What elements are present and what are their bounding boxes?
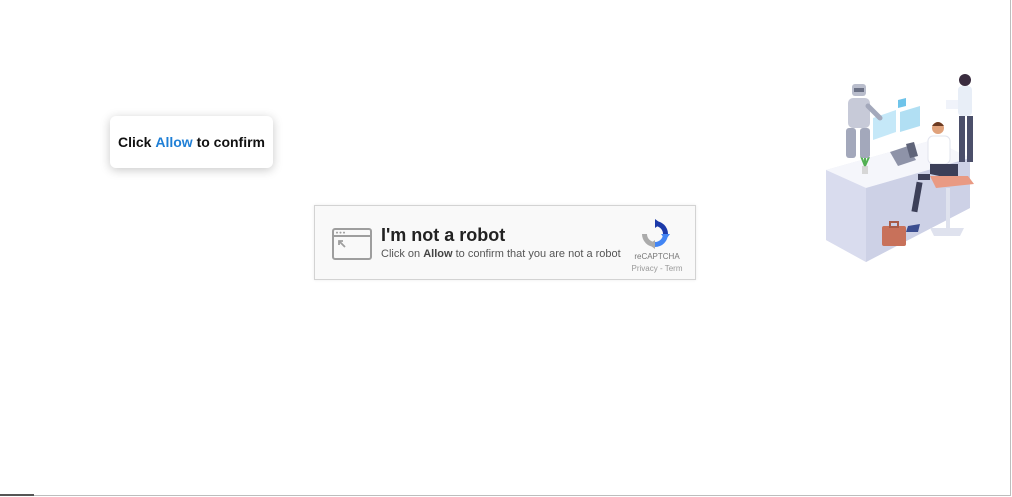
office-robot-illustration	[826, 74, 974, 262]
recaptcha-brand: reCAPTCHA	[634, 252, 680, 261]
tooltip-allow-highlight: Allow	[155, 134, 193, 150]
bottom-edge-mark	[0, 494, 34, 496]
captcha-subtitle-prefix: Click on	[381, 248, 421, 260]
links-separator: -	[659, 264, 663, 273]
recaptcha-logo-icon	[642, 219, 670, 249]
terms-link[interactable]: Term	[665, 264, 683, 273]
captcha-subtitle: Click on Allow to confirm that you are n…	[381, 248, 621, 260]
captcha-widget[interactable]: I'm not a robot Click on Allow to confir…	[314, 205, 696, 280]
privacy-link[interactable]: Privacy	[632, 264, 658, 273]
recaptcha-links: Privacy - Term	[615, 264, 699, 273]
captcha-subtitle-suffix: to confirm that you are not a robot	[455, 248, 621, 260]
page: Click Allow to confirm I'm not a robot C…	[0, 0, 1011, 496]
captcha-title: I'm not a robot	[381, 225, 506, 245]
allow-tooltip: Click Allow to confirm	[110, 116, 273, 168]
tooltip-suffix: to confirm	[196, 134, 266, 150]
browser-window-icon	[332, 228, 372, 260]
tooltip-prefix: Click	[117, 134, 152, 150]
captcha-subtitle-allow: Allow	[423, 248, 453, 260]
